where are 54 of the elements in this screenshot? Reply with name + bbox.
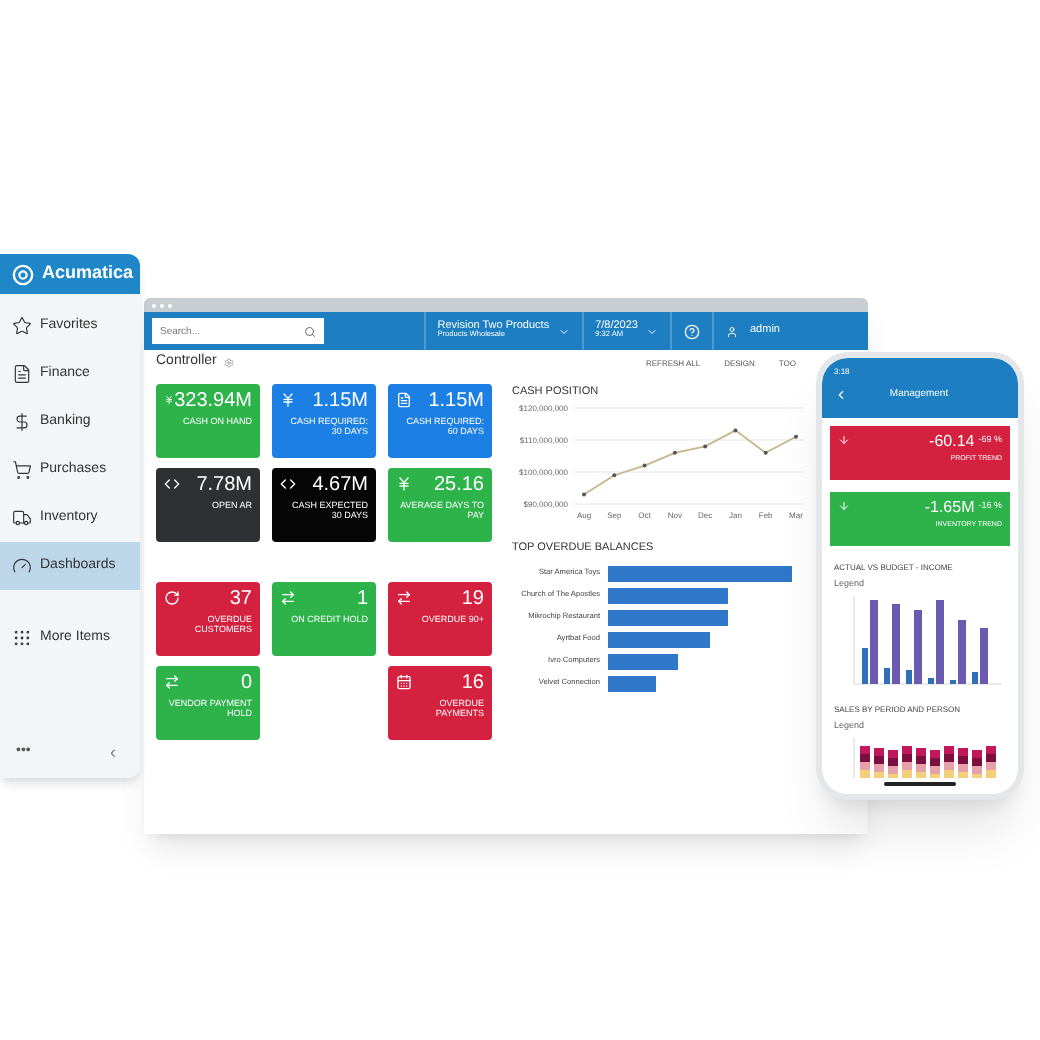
tile-icon: [164, 392, 175, 408]
down-arrow-icon: [838, 500, 850, 512]
menu-icon: [12, 556, 32, 576]
data-point: [642, 464, 647, 469]
tile-icon: [280, 590, 296, 606]
tile-value: 1: [356, 590, 368, 610]
balance-bar: [608, 587, 728, 603]
data-point: [733, 428, 738, 433]
tile-icon: [164, 590, 180, 606]
user-icon: [726, 325, 738, 337]
data-point: [703, 444, 708, 449]
menu-icon: [12, 628, 32, 648]
back-icon[interactable]: [834, 388, 848, 403]
tile-icon: [280, 392, 296, 408]
data-point: [763, 451, 768, 456]
tile-value: 16: [461, 674, 484, 694]
tile-icon: [396, 476, 412, 492]
data-point: [612, 473, 617, 478]
menu-icon: [12, 364, 32, 384]
tile-icon: [280, 476, 296, 492]
search-icon: [304, 325, 316, 337]
tile-icon: [164, 476, 180, 492]
tile-value: 37: [229, 590, 252, 610]
kpi-value: -1.65M: [924, 500, 975, 516]
tile-value: 4.67M: [312, 476, 368, 496]
tile-icon: [164, 674, 180, 690]
balance-bar: [608, 609, 728, 625]
chevron-icon: [557, 325, 570, 337]
help-icon[interactable]: [684, 323, 700, 339]
tile-value: 1.15M: [428, 392, 484, 412]
tile-value: 1.15M: [312, 392, 368, 412]
menu-icon: [12, 412, 32, 432]
logo-icon: [12, 263, 34, 285]
down-arrow-icon: [838, 434, 850, 446]
balance-bar: [608, 653, 678, 669]
chevron-icon: [646, 325, 658, 337]
tile-value: 323.94M: [174, 392, 252, 412]
balance-bar: [608, 631, 710, 647]
menu-icon: [12, 316, 32, 336]
tile-value: 7.78M: [196, 476, 252, 496]
collapse-button[interactable]: ‹: [110, 739, 116, 766]
menu-icon: [12, 460, 32, 480]
tile-value: 0: [240, 674, 252, 694]
tile-icon: [396, 674, 412, 690]
home-indicator: [884, 782, 956, 786]
tile-icon: [396, 392, 412, 408]
kpi-value: -60.14: [929, 434, 975, 450]
data-point: [672, 451, 677, 456]
tile-icon: [396, 590, 412, 606]
menu-icon: [12, 508, 32, 528]
logo-text: Acumatica: [42, 260, 134, 287]
tile-value: 19: [461, 590, 484, 610]
balance-bar: [608, 675, 656, 691]
tile-value: 25.16: [433, 476, 484, 496]
